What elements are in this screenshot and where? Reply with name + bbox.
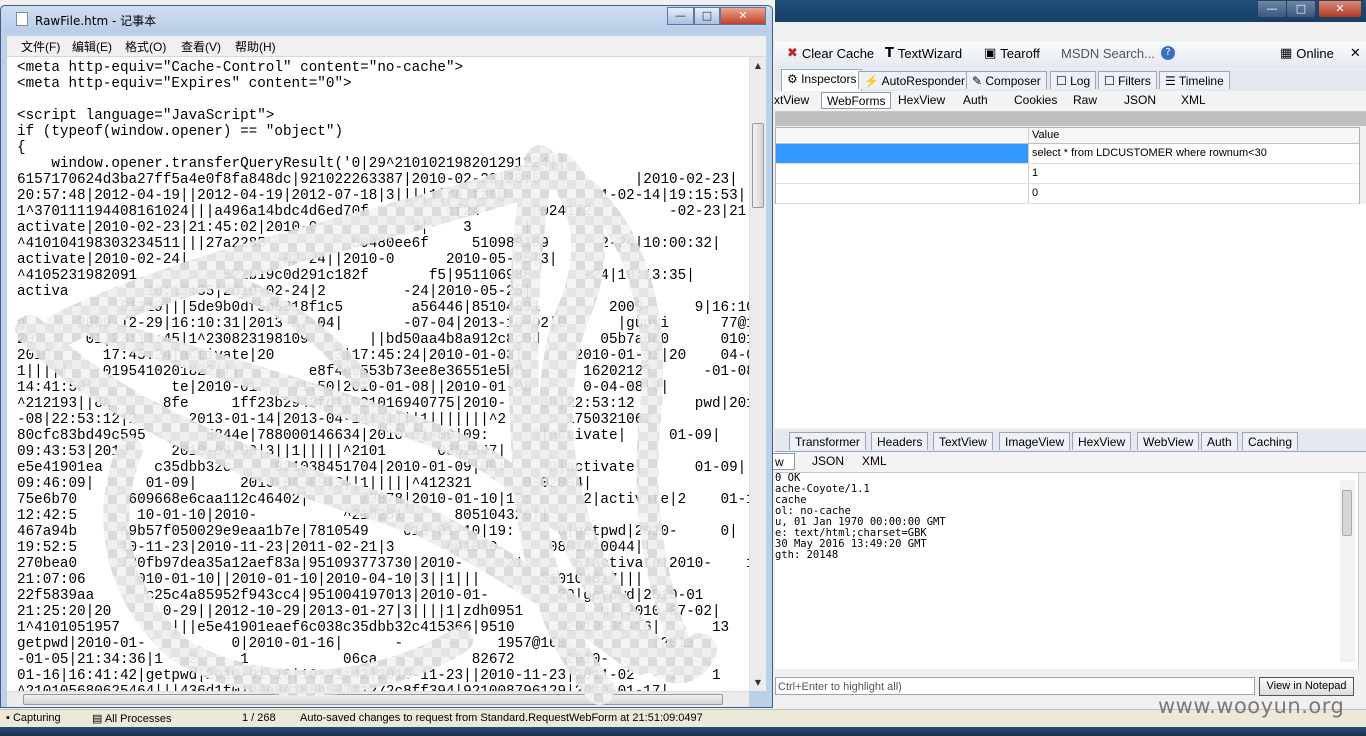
request-empty-area [775, 204, 1366, 428]
tab-filters[interactable]: ☐ Filters [1098, 71, 1157, 89]
window-title: RawFile.htm - 记事本 [35, 14, 157, 28]
textwizard-button[interactable]: T TextWizard [885, 46, 962, 61]
webforms-grid: Value select * from LDCUSTOMER where row… [775, 127, 1360, 204]
tab-autoresponder[interactable]: ⚡ AutoResponder [858, 71, 972, 89]
tab-auth[interactable]: Auth [958, 92, 993, 109]
response-line: gth: 20148 [775, 549, 839, 561]
tab-composer[interactable]: ✎ Composer [966, 71, 1047, 89]
log-icon: ☐ [1056, 74, 1071, 88]
grid-row[interactable]: 0 [776, 184, 1359, 204]
notepad-window: RawFile.htm - 记事本 — □ ✕ 文件(F) 编辑(E) 格式(O… [0, 5, 773, 708]
maximize-button[interactable]: □ [694, 7, 720, 25]
fiddler-titlebar: — □ ✕ [775, 0, 1366, 22]
tab-resp-textview[interactable]: TextView [933, 432, 993, 450]
grid-value-cell[interactable]: select * from LDCUSTOMER where rownum<30 [1028, 144, 1359, 163]
menu-bar: 文件(F) 编辑(E) 格式(O) 查看(V) 帮助(H) [7, 36, 766, 57]
clear-cache-icon: ✖ [787, 46, 798, 61]
session-count: 1 / 268 [242, 712, 276, 724]
capture-icon: ▪ [6, 712, 13, 724]
text-editor[interactable]: <meta http-equiv="Cache-Control" content… [7, 57, 749, 691]
file-content: <meta http-equiv="Cache-Control" content… [17, 60, 749, 691]
fiddler-minimize-button[interactable]: — [1257, 0, 1287, 18]
taskbar [0, 727, 1366, 736]
help-button[interactable]: ? [1161, 46, 1175, 60]
tab-log[interactable]: ☐ Log [1050, 71, 1097, 89]
minimize-button[interactable]: — [667, 7, 694, 25]
value-column-header[interactable]: Value [1028, 128, 1359, 143]
textwizard-icon: T [885, 46, 894, 61]
tab-resp-auth[interactable]: Auth [1201, 432, 1238, 450]
fiddler-maximize-button[interactable]: □ [1286, 0, 1316, 18]
timeline-icon: ☰ [1165, 74, 1179, 88]
help-icon: ? [1161, 46, 1175, 60]
tab-xml[interactable]: XML [1176, 92, 1211, 109]
menu-format[interactable]: 格式(O) [125, 38, 166, 55]
close-button[interactable]: ✕ [720, 7, 766, 25]
response-inspector-tabs: Transformer Headers TextView ImageView H… [775, 430, 1366, 452]
tab-transformer[interactable]: Transformer [789, 432, 866, 450]
tab-timeline[interactable]: ☰ Timeline [1159, 71, 1230, 89]
response-scroll-thumb[interactable] [1342, 490, 1352, 536]
tab-headers[interactable]: Headers [871, 432, 929, 450]
close-icon[interactable]: ✕ [1350, 46, 1361, 61]
clear-cache-button[interactable]: ✖ Clear Cache [787, 46, 874, 61]
vertical-scroll-thumb[interactable] [752, 123, 764, 208]
menu-edit[interactable]: 编辑(E) [72, 38, 112, 55]
response-sub-tabs: w JSON XML [769, 452, 1366, 473]
grid-value-cell[interactable]: 1 [1028, 164, 1359, 183]
tab-imageview[interactable]: ImageView [999, 432, 1071, 450]
grid-row[interactable]: 1 [776, 164, 1359, 184]
tab-resp-xml[interactable]: XML [857, 453, 892, 470]
watermark-text: www.wooyun.org [1158, 694, 1345, 718]
tab-resp-hexview[interactable]: HexView [1072, 432, 1132, 450]
tab-resp-json[interactable]: JSON [807, 453, 849, 470]
fiddler-close-button[interactable]: ✕ [1318, 0, 1362, 18]
capturing-toggle[interactable]: ▪ Capturing [6, 712, 61, 724]
notepad-icon [16, 12, 28, 26]
inspectors-icon: ⚙ [787, 72, 802, 86]
menu-view[interactable]: 查看(V) [181, 38, 221, 55]
process-filter-icon: ▤ [92, 713, 105, 725]
vertical-scrollbar[interactable]: ▲ ▼ [749, 57, 766, 691]
response-line: 30 May 2016 13:49:20 GMT [775, 538, 927, 550]
tearoff-button[interactable]: ▣ Tearoff [984, 46, 1040, 61]
msdn-search-field[interactable]: MSDN Search... [1061, 46, 1155, 61]
request-inspector-tabs: xtView WebForms HexView Auth Cookies Raw… [774, 91, 1366, 112]
composer-icon: ✎ [972, 74, 986, 88]
tab-json[interactable]: JSON [1119, 92, 1161, 109]
grid-header: Value [776, 128, 1359, 144]
tab-webview[interactable]: WebView [1137, 432, 1200, 450]
notepad-titlebar[interactable]: RawFile.htm - 记事本 — □ ✕ [1, 6, 772, 33]
response-line: ache-Coyote/1.1 [775, 483, 870, 495]
process-filter[interactable]: ▤ All Processes [92, 712, 171, 725]
filters-icon: ☐ [1104, 74, 1119, 88]
grid-value-cell[interactable]: 0 [1028, 184, 1359, 203]
tab-webforms[interactable]: WebForms [821, 92, 892, 109]
tab-cookies[interactable]: Cookies [1009, 92, 1062, 109]
tearoff-icon: ▣ [984, 46, 997, 61]
querystring-header-strip [775, 112, 1366, 126]
tab-inspectors[interactable]: ⚙ Inspectors [781, 69, 863, 91]
online-icon: ▦ [1280, 46, 1293, 61]
tab-textview[interactable]: xtView [769, 92, 814, 109]
status-message: Auto-saved changes to request from Stand… [300, 712, 703, 724]
response-raw-text[interactable]: 0 OK ache-Coyote/1.1 cache ol: no-cache u, 0… [775, 473, 1359, 669]
menu-help[interactable]: 帮助(H) [235, 38, 276, 55]
tab-hexview[interactable]: HexView [893, 92, 950, 109]
horizontal-scrollbar[interactable] [7, 691, 749, 707]
tab-raw[interactable]: Raw [1068, 92, 1102, 109]
horizontal-scroll-thumb[interactable] [23, 694, 723, 705]
fiddler-toolbar: ✖ Clear Cache T TextWizard ▣ Tearoff MSD… [775, 42, 1366, 68]
scroll-down-icon[interactable]: ▼ [750, 674, 766, 691]
autoresponder-icon: ⚡ [864, 74, 882, 88]
response-scrollbar[interactable] [1340, 480, 1355, 662]
scroll-up-icon[interactable]: ▲ [750, 57, 766, 74]
inspector-tabs: ⚙ Inspectors ⚡ AutoResponder ✎ Composer … [775, 69, 1366, 92]
response-line: cache [775, 494, 807, 506]
online-indicator[interactable]: ▦ Online ✕ [1280, 46, 1361, 61]
find-input[interactable]: Ctrl+Enter to highlight all) [775, 677, 1255, 695]
grid-row[interactable]: select * from LDCUSTOMER where rownum<30 [776, 144, 1359, 164]
menu-file[interactable]: 文件(F) [21, 38, 60, 55]
tab-caching[interactable]: Caching [1242, 432, 1299, 450]
